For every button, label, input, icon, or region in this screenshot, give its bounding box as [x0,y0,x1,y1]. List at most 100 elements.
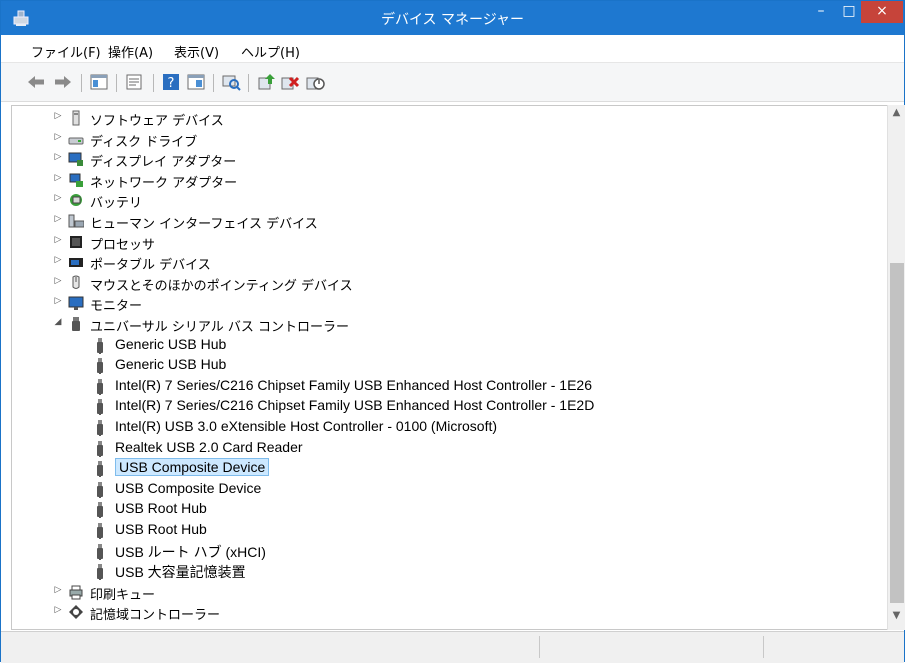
device-label: Generic USB Hub [115,335,227,352]
software-device-icon [72,110,80,126]
device-label: Intel(R) USB 3.0 eXtensible Host Control… [115,418,498,434]
usb-device-icon [97,440,103,457]
vertical-scrollbar[interactable]: ▲ ▼ [887,105,905,630]
maximize-icon: □ [842,3,856,19]
help-icon[interactable]: ? [161,72,181,92]
status-pane-divider [763,636,765,658]
expand-toggle-icon[interactable]: ▷ [52,605,64,615]
minimize-button[interactable]: – [807,1,835,23]
menu-action[interactable]: 操作(A) [108,42,153,61]
disk-drive-icon [68,137,84,145]
category-label: ディスク ドライブ [90,134,198,150]
uninstall-device-icon[interactable] [280,72,300,92]
scroll-thumb[interactable] [890,263,904,603]
toolbar-separator [153,74,154,92]
usb-device-icon [97,378,103,395]
monitor-icon [68,296,84,311]
device-label: USB Composite Device [115,479,262,496]
disable-device-icon[interactable] [305,72,325,92]
device-label: Realtek USB 2.0 Card Reader [115,438,303,455]
menu-view[interactable]: 表示(V) [174,42,219,61]
expand-toggle-icon[interactable]: ▷ [52,193,64,203]
status-bar [1,631,904,663]
category-label: 記憶域コントローラー [90,608,221,624]
usb-device-icon [97,358,103,375]
window-title: デバイス マネージャー [380,12,525,28]
expand-toggle-icon[interactable]: ▷ [52,214,64,224]
portable-device-icon [69,258,83,268]
expand-toggle-icon[interactable]: ▷ [52,276,64,286]
category-label: ユニバーサル シリアル バス コントローラー [90,320,350,335]
category-label: モニター [90,299,143,315]
network-adapter-icon [69,173,83,187]
category-label: バッテリ [90,196,143,212]
toolbar-separator [116,74,117,92]
minimize-icon: – [817,3,825,19]
device-label: USB Composite Device [115,458,270,477]
category-label: ソフトウェア デバイス [90,114,224,129]
close-button[interactable]: × [861,1,903,23]
expand-toggle-icon[interactable]: ▷ [52,585,64,595]
back-icon[interactable] [26,72,46,92]
toolbar: ? [1,63,904,102]
expand-toggle-icon[interactable]: ▷ [52,132,64,142]
status-pane-divider [539,636,541,658]
category-label: ヒューマン インターフェイス デバイス [90,217,318,232]
forward-icon[interactable] [53,72,73,92]
display-adapter-icon [68,152,83,167]
usb-device-icon [97,523,103,539]
expand-toggle-icon[interactable]: ▷ [52,235,64,245]
expand-toggle-icon[interactable]: ▷ [52,111,64,121]
title-bar[interactable]: デバイス マネージャー – □ × [1,1,904,35]
category-label: ネットワーク アダプター [90,175,238,191]
toolbar-separator [213,74,214,92]
category-label: ディスプレイ アダプター [90,155,237,171]
device-label: Generic USB Hub [115,356,227,373]
processor-icon [70,235,82,248]
device-manager-window: デバイス マネージャー – □ × ファイル(F) 操作(A) 表示(V) ヘル… [0,0,905,663]
category-label: マウスとそのほかのポインティング デバイス [90,278,353,294]
device-tree[interactable]: ▷ ソフトウェア デバイス ▷ ディスク ドライブ ▷ ディスプレイ アダプター ▷ ネットワ… [11,105,888,630]
menu-help[interactable]: ヘルプ(H) [241,42,300,61]
print-queue-icon [69,585,83,600]
menu-bar: ファイル(F) 操作(A) 表示(V) ヘルプ(H) [1,35,904,63]
hid-icon [68,214,84,228]
device-label: USB Root Hub [115,521,207,537]
usb-device-icon [97,399,103,416]
svg-text:?: ? [168,76,175,91]
battery-icon [70,194,82,207]
expand-toggle-icon[interactable]: ▷ [52,255,64,265]
category-label: ポータブル デバイス [90,258,211,274]
expand-toggle-icon[interactable]: ▷ [52,296,64,306]
device-label: Intel(R) 7 Series/C216 Chipset Family US… [115,397,595,414]
expand-toggle-icon[interactable]: ▷ [52,152,64,162]
menu-file[interactable]: ファイル(F) [31,42,101,61]
usb-icon [72,317,80,331]
show-hide-console-tree-icon[interactable] [89,72,109,92]
device-label: Intel(R) 7 Series/C216 Chipset Family US… [115,376,592,393]
toolbar-separator [248,74,249,92]
maximize-button[interactable]: □ [835,1,863,23]
device-label: USB Root Hub [115,500,207,517]
usb-device-icon [97,461,103,478]
storage-controller-icon [69,605,83,620]
toolbar-separator [81,74,82,92]
close-icon: × [876,3,888,19]
usb-device-icon [97,543,103,560]
scan-hardware-icon[interactable] [221,72,241,92]
scroll-up-icon[interactable]: ▲ [888,107,905,124]
usb-device-icon [97,502,103,519]
device-label: USB ルート ハブ (xHCI) [115,543,266,560]
expand-toggle-icon[interactable]: ◢ [52,317,64,327]
usb-device-icon [97,481,103,498]
category-label: プロセッサ [90,237,156,253]
device-label: USB 大容量記憶装置 [115,564,246,581]
usb-device-icon [97,564,103,581]
usb-device-icon [97,420,103,436]
properties-icon[interactable] [124,72,144,92]
update-driver-icon[interactable] [256,72,276,92]
expand-toggle-icon[interactable]: ▷ [52,173,64,183]
view-icon[interactable] [186,72,206,92]
usb-device-icon [97,337,103,354]
scroll-down-icon[interactable]: ▼ [888,610,905,627]
